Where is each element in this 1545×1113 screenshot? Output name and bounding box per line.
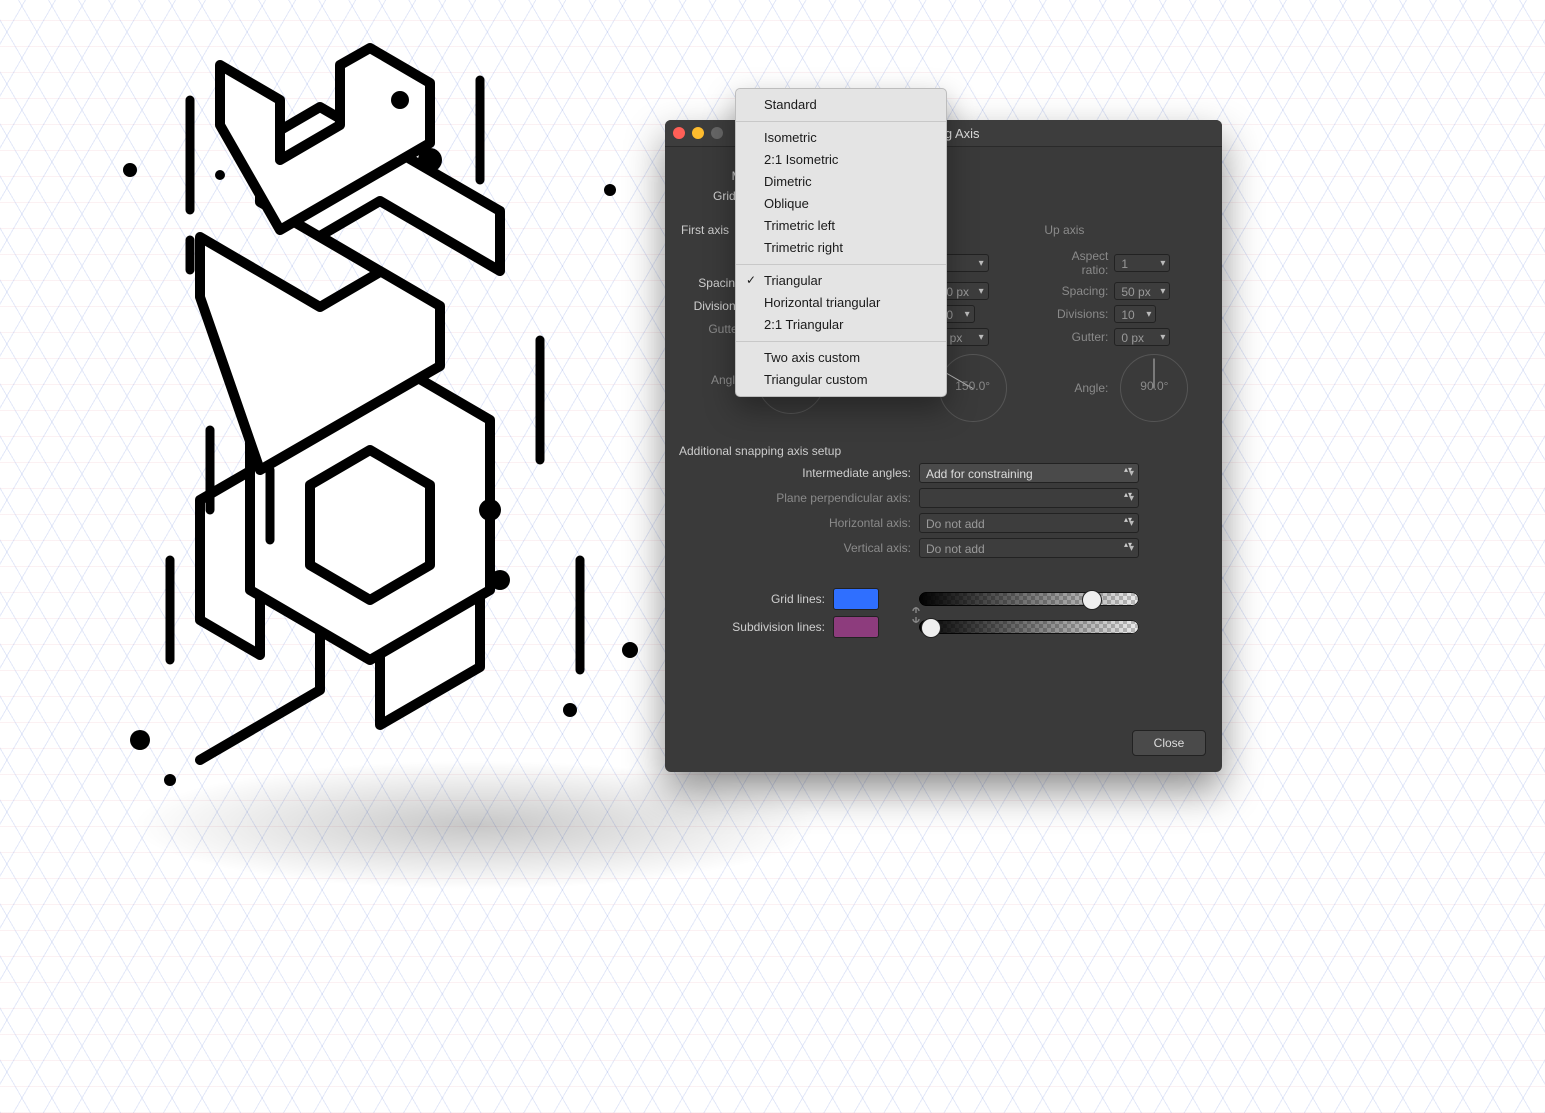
menu-item-triangular-custom[interactable]: Triangular custom xyxy=(736,369,946,391)
menu-item-2-1-triangular[interactable]: 2:1 Triangular xyxy=(736,314,946,336)
snapping-heading: Additional snapping axis setup xyxy=(679,444,1212,458)
intermediate-angles-value: Add for constraining xyxy=(926,467,1033,481)
up-gutter-input: 0 px xyxy=(1114,328,1170,346)
up-angle-label: Angle: xyxy=(1044,381,1114,395)
plane-perp-select: ▴▾ xyxy=(919,488,1139,508)
grid-lines-color-swatch[interactable] xyxy=(833,588,879,610)
subdivision-lines-opacity-slider[interactable] xyxy=(919,620,1139,634)
window-close-icon[interactable] xyxy=(673,127,685,139)
menu-separator xyxy=(736,121,946,122)
menu-item-standard[interactable]: Standard xyxy=(736,94,946,116)
horizontal-axis-value: Do not add xyxy=(926,517,985,531)
close-button[interactable]: Close xyxy=(1132,730,1206,756)
grid-type-menu[interactable]: Standard Isometric 2:1 Isometric Dimetri… xyxy=(735,88,947,397)
up-angle-dial: 90.0° xyxy=(1120,354,1188,422)
up-divisions-label: Divisions: xyxy=(1044,307,1114,321)
slider-knob-icon[interactable] xyxy=(1082,590,1102,610)
menu-item-trimetric-left[interactable]: Trimetric left xyxy=(736,215,946,237)
isometric-artwork xyxy=(70,40,670,870)
intermediate-angles-select[interactable]: Add for constraining ▴▾ xyxy=(919,463,1139,483)
up-gutter-label: Gutter: xyxy=(1044,330,1114,344)
up-aspect-select: 1 xyxy=(1114,254,1170,272)
menu-separator xyxy=(736,264,946,265)
grid-lines-opacity-slider[interactable] xyxy=(919,592,1139,606)
vertical-axis-select: Do not add ▴▾ xyxy=(919,538,1139,558)
slider-knob-icon[interactable] xyxy=(921,618,941,638)
up-axis-group: Up axis Aspect ratio: 1 Spacing: 50 px D… xyxy=(1038,219,1212,430)
up-angle-value: 90.0° xyxy=(1121,379,1187,393)
second-angle-dial: 150.0° xyxy=(939,354,1007,422)
up-divisions-select: 10 xyxy=(1114,305,1156,323)
second-angle-value: 150.0° xyxy=(940,379,1006,393)
menu-item-oblique[interactable]: Oblique xyxy=(736,193,946,215)
stepper-icon: ▴▾ xyxy=(1124,491,1132,499)
up-spacing-input: 50 px xyxy=(1114,282,1170,300)
subdivision-lines-label: Subdivision lines: xyxy=(675,620,833,634)
menu-item-isometric[interactable]: Isometric xyxy=(736,127,946,149)
menu-item-2-1-isometric[interactable]: 2:1 Isometric xyxy=(736,149,946,171)
menu-item-triangular[interactable]: Triangular xyxy=(736,270,946,292)
stepper-icon: ▴▾ xyxy=(1124,466,1132,474)
menu-item-trimetric-right[interactable]: Trimetric right xyxy=(736,237,946,259)
up-axis-heading: Up axis xyxy=(1044,223,1206,237)
horizontal-axis-label: Horizontal axis: xyxy=(675,516,919,530)
menu-item-horizontal-triangular[interactable]: Horizontal triangular xyxy=(736,292,946,314)
up-aspect-label: Aspect ratio: xyxy=(1044,249,1114,277)
up-spacing-label: Spacing: xyxy=(1044,284,1114,298)
plane-perp-label: Plane perpendicular axis: xyxy=(675,491,919,505)
subdivision-lines-color-swatch[interactable] xyxy=(833,616,879,638)
stepper-icon: ▴▾ xyxy=(1124,541,1132,549)
stepper-icon: ▴▾ xyxy=(1124,516,1132,524)
menu-separator xyxy=(736,341,946,342)
grid-lines-label: Grid lines: xyxy=(675,592,833,606)
menu-item-two-axis-custom[interactable]: Two axis custom xyxy=(736,347,946,369)
horizontal-axis-select: Do not add ▴▾ xyxy=(919,513,1139,533)
vertical-axis-value: Do not add xyxy=(926,542,985,556)
vertical-axis-label: Vertical axis: xyxy=(675,541,919,555)
intermediate-angles-label: Intermediate angles: xyxy=(675,466,919,480)
menu-item-dimetric[interactable]: Dimetric xyxy=(736,171,946,193)
